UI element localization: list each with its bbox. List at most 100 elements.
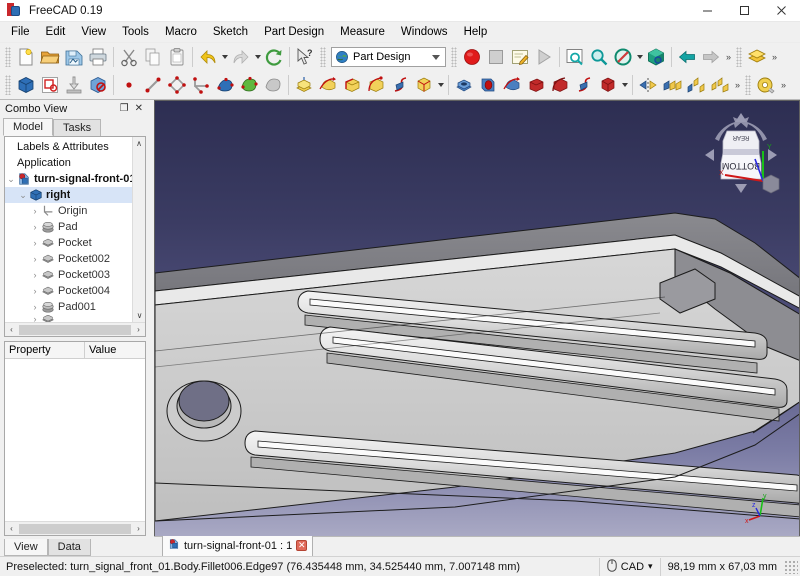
open-document-button[interactable] <box>38 45 62 69</box>
toolbar-grip-3[interactable] <box>451 47 457 67</box>
save-document-button[interactable] <box>62 45 86 69</box>
toolbar-overflow-button[interactable]: » <box>726 52 731 62</box>
tree-horizontal-scrollbar[interactable]: ‹ › <box>5 322 145 336</box>
axonometric-view-button[interactable] <box>644 45 668 69</box>
close-button[interactable] <box>763 0 800 22</box>
create-line-button[interactable] <box>141 73 165 97</box>
scroll-right-icon[interactable]: › <box>132 524 145 533</box>
scroll-left-icon[interactable]: ‹ <box>5 524 18 533</box>
cut-button[interactable] <box>117 45 141 69</box>
toolbar-grip-2[interactable] <box>320 47 326 67</box>
scroll-thumb[interactable] <box>19 324 131 335</box>
chevron-right-icon[interactable]: › <box>29 270 41 280</box>
chevron-down-icon[interactable]: ⌄ <box>5 174 17 185</box>
validate-sketch-button[interactable] <box>86 73 110 97</box>
menu-windows[interactable]: Windows <box>393 23 456 42</box>
additive-loft-button[interactable] <box>340 73 364 97</box>
subtractive-loft-button[interactable] <box>524 73 548 97</box>
create-datum-plane-button[interactable] <box>189 73 213 97</box>
chevron-right-icon[interactable]: › <box>29 238 41 248</box>
tab-tasks[interactable]: Tasks <box>52 119 102 136</box>
toolbar-grip-5[interactable] <box>5 75 11 95</box>
polar-pattern-button[interactable] <box>684 73 708 97</box>
revolution-button[interactable] <box>316 73 340 97</box>
menu-help[interactable]: Help <box>456 23 496 42</box>
measure-button[interactable] <box>754 73 778 97</box>
chevron-down-icon[interactable] <box>432 54 440 60</box>
pocket-button[interactable] <box>452 73 476 97</box>
additive-primitive-button[interactable] <box>412 73 436 97</box>
linear-pattern-button[interactable] <box>660 73 684 97</box>
additive-helix-button[interactable] <box>388 73 412 97</box>
toolbar-overflow-button-2[interactable]: » <box>772 52 777 62</box>
print-button[interactable] <box>86 45 110 69</box>
scroll-down-icon[interactable]: ∨ <box>133 309 145 322</box>
create-shapebinder-button[interactable] <box>237 73 261 97</box>
menu-tools[interactable]: Tools <box>114 23 157 42</box>
toolbar-overflow-button-3[interactable]: » <box>735 80 740 90</box>
close-panel-button[interactable]: ✕ <box>135 103 143 114</box>
column-header-property[interactable]: Property <box>5 342 85 358</box>
multi-transform-button[interactable] <box>708 73 732 97</box>
toolbar-grip[interactable] <box>5 47 11 67</box>
maximize-button[interactable] <box>726 0 763 22</box>
groove-button[interactable] <box>500 73 524 97</box>
document-tab[interactable]: turn-signal-front-01 : 1 ✕ <box>162 535 314 556</box>
additive-primitive-dropdown-caret[interactable] <box>436 73 445 97</box>
subtractive-helix-button[interactable] <box>572 73 596 97</box>
tree-item-turn-signal-front-01[interactable]: ⌄ turn-signal-front-01 <box>5 171 145 187</box>
create-sketch-button[interactable] <box>38 73 62 97</box>
tree-vertical-scrollbar[interactable]: ∧ ∨ <box>132 137 145 322</box>
macro-edit-button[interactable] <box>508 45 532 69</box>
chevron-right-icon[interactable]: › <box>29 254 41 264</box>
tab-data[interactable]: Data <box>47 539 91 556</box>
draw-style-dropdown-caret[interactable] <box>635 45 644 69</box>
hole-button[interactable] <box>476 73 500 97</box>
create-body-button[interactable] <box>14 73 38 97</box>
3d-viewport[interactable]: REAR BOTTOM Y X x y z <box>154 100 800 536</box>
draw-style-button[interactable] <box>611 45 635 69</box>
next-view-button[interactable] <box>699 45 723 69</box>
menu-macro[interactable]: Macro <box>157 23 205 42</box>
menu-part-design[interactable]: Part Design <box>256 23 332 42</box>
subtractive-primitive-button[interactable] <box>596 73 620 97</box>
tree-item-pocket[interactable]: › Pocket <box>5 235 145 251</box>
float-panel-button[interactable]: ❐ <box>120 103 129 114</box>
copy-button[interactable] <box>141 45 165 69</box>
menu-measure[interactable]: Measure <box>332 23 393 42</box>
tree-item-partial[interactable]: › <box>5 315 145 322</box>
toolbar-grip-6[interactable] <box>745 75 752 95</box>
chevron-right-icon[interactable]: › <box>29 222 41 232</box>
toolbar-overflow-button-4[interactable]: » <box>781 80 786 90</box>
redo-button[interactable] <box>229 45 253 69</box>
tree-item-application[interactable]: Application <box>5 155 145 171</box>
tree-item-pad[interactable]: › Pad <box>5 219 145 235</box>
chevron-right-icon[interactable]: › <box>29 206 41 216</box>
macro-stop-button[interactable] <box>484 45 508 69</box>
create-subshapebinder-button[interactable] <box>261 73 285 97</box>
tab-model[interactable]: Model <box>3 118 53 136</box>
fit-all-button[interactable] <box>563 45 587 69</box>
pad-button[interactable] <box>292 73 316 97</box>
tree-item-pocket004[interactable]: › Pocket004 <box>5 283 145 299</box>
previous-view-button[interactable] <box>675 45 699 69</box>
attach-sketch-button[interactable] <box>62 73 86 97</box>
scroll-up-icon[interactable]: ∧ <box>133 137 145 150</box>
chevron-down-icon[interactable]: ⌄ <box>17 190 29 201</box>
tab-view[interactable]: View <box>4 539 48 556</box>
whats-this-button[interactable]: ? <box>293 45 317 69</box>
tree-item-origin[interactable]: › Origin <box>5 203 145 219</box>
refresh-button[interactable] <box>262 45 286 69</box>
structure-button[interactable] <box>745 45 769 69</box>
navigation-style-selector[interactable]: CAD ▾ <box>598 557 660 576</box>
scroll-left-icon[interactable]: ‹ <box>5 325 18 334</box>
tree-item-pad001[interactable]: › Pad001 <box>5 299 145 315</box>
navigation-cube[interactable]: REAR BOTTOM Y X <box>695 109 787 201</box>
property-horizontal-scrollbar[interactable]: ‹ › <box>5 521 145 535</box>
menu-edit[interactable]: Edit <box>38 23 74 42</box>
chevron-down-icon[interactable]: ▾ <box>648 561 653 572</box>
tree-item-pocket003[interactable]: › Pocket003 <box>5 267 145 283</box>
chevron-right-icon[interactable]: › <box>29 286 41 296</box>
fit-selection-button[interactable] <box>587 45 611 69</box>
redo-dropdown-caret[interactable] <box>253 45 262 69</box>
